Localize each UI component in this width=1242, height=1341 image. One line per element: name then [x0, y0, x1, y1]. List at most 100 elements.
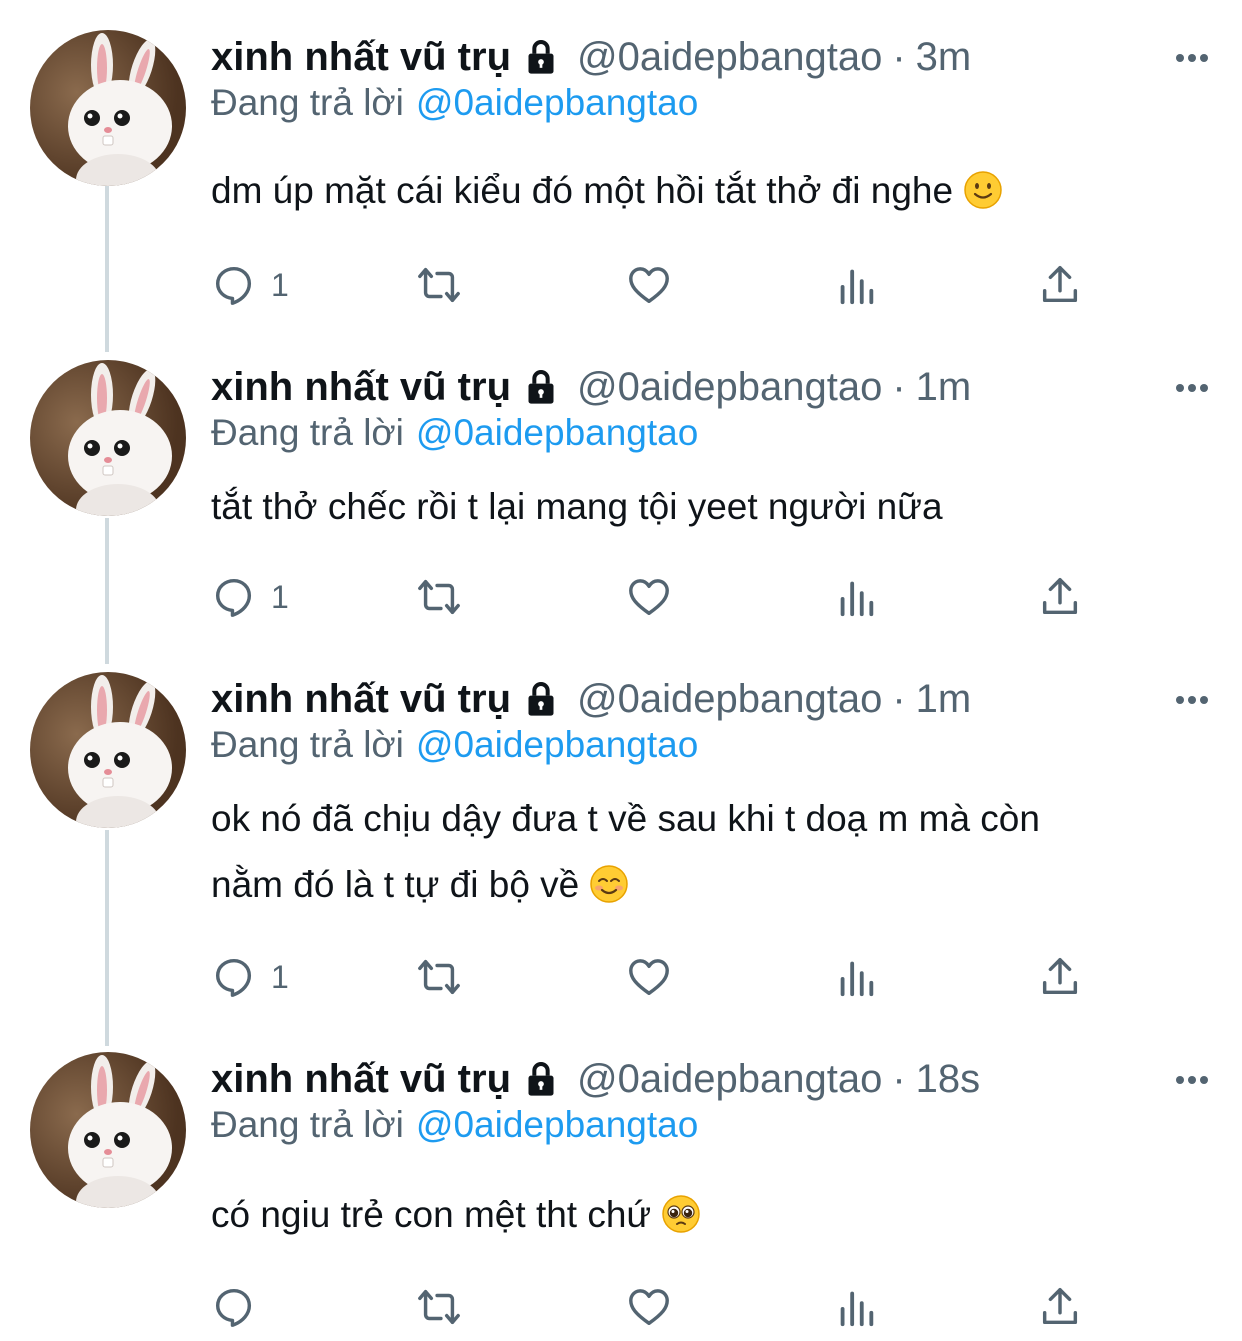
more-icon[interactable] — [1172, 680, 1212, 720]
replying-to-handle[interactable]: @0aidepbangtao — [416, 82, 698, 123]
share-icon — [1042, 958, 1078, 995]
separator-dot: · — [892, 34, 906, 79]
replying-to-handle[interactable]: @0aidepbangtao — [416, 412, 698, 453]
user-handle[interactable]: @0aidepbangtao — [577, 365, 882, 410]
avatar[interactable] — [30, 672, 186, 828]
tweet-text: tắt thở chếc rồi t lại mang tội yeet ngư… — [211, 474, 1221, 540]
tweet-header: xinh nhất vũ trụ @0aidepbangtao · 3m — [211, 30, 971, 84]
more-icon[interactable] — [1172, 38, 1212, 78]
tweet-actions: 1 — [211, 952, 1091, 1002]
lock-icon — [528, 370, 554, 404]
replying-to: Đang trả lời @0aidepbangtao — [211, 1104, 698, 1146]
reply-button[interactable] — [211, 1282, 271, 1332]
tweet-text-content: nằm đó là t tự đi bộ về — [211, 864, 580, 905]
reply-button[interactable]: 1 — [211, 572, 289, 622]
user-handle[interactable]: @0aidepbangtao — [577, 35, 882, 80]
tweet[interactable]: xinh nhất vũ trụ @0aidepbangtao · 18s Đa… — [0, 1052, 1242, 1341]
replying-to-handle[interactable]: @0aidepbangtao — [416, 724, 698, 765]
tweet-text: có ngiu trẻ con mệt tht chứ — [211, 1182, 1221, 1248]
smiling-face-icon — [590, 865, 628, 903]
tweet[interactable]: xinh nhất vũ trụ @0aidepbangtao · 1m Đan… — [0, 360, 1242, 640]
tweet[interactable]: xinh nhất vũ trụ @0aidepbangtao · 1m Đan… — [0, 672, 1242, 1022]
display-name[interactable]: xinh nhất vũ trụ — [211, 1057, 511, 1102]
separator-dot: · — [892, 676, 906, 721]
avatar[interactable] — [30, 360, 186, 516]
heart-icon — [629, 959, 669, 996]
heart-icon — [629, 1289, 669, 1326]
share-icon — [1042, 578, 1078, 615]
retweet-button[interactable] — [416, 572, 462, 622]
lock-icon — [528, 682, 554, 716]
more-icon[interactable] — [1172, 368, 1212, 408]
user-handle[interactable]: @0aidepbangtao — [577, 1057, 882, 1102]
views-icon — [840, 961, 874, 997]
like-button[interactable] — [626, 260, 672, 310]
tweet-actions: 1 — [211, 572, 1091, 622]
tweet[interactable]: xinh nhất vũ trụ @0aidepbangtao · 3m Đan… — [0, 30, 1242, 330]
pleading-face-icon — [662, 1195, 700, 1233]
like-button[interactable] — [626, 1282, 672, 1332]
avatar[interactable] — [30, 30, 186, 186]
tweet-header: xinh nhất vũ trụ @0aidepbangtao · 1m — [211, 672, 971, 726]
retweet-icon — [418, 267, 460, 303]
tweet-actions: 1 — [211, 260, 1091, 310]
reply-count: 1 — [271, 266, 289, 303]
views-button[interactable] — [833, 260, 879, 310]
retweet-button[interactable] — [416, 952, 462, 1002]
like-button[interactable] — [626, 952, 672, 1002]
views-button[interactable] — [833, 952, 879, 1002]
reply-count: 1 — [271, 958, 289, 995]
timestamp[interactable]: 18s — [916, 1057, 981, 1102]
slightly-smiling-face-icon — [964, 171, 1002, 209]
tweet-text-content: có ngiu trẻ con mệt tht chứ — [211, 1194, 652, 1235]
separator-dot: · — [892, 364, 906, 409]
lock-icon — [528, 40, 554, 74]
share-icon — [1042, 266, 1078, 303]
timestamp[interactable]: 3m — [916, 35, 972, 80]
views-button[interactable] — [833, 572, 879, 622]
tweet-text-line: nằm đó là t tự đi bộ về — [211, 852, 1221, 918]
timestamp[interactable]: 1m — [916, 365, 972, 410]
lock-icon — [528, 1062, 554, 1096]
reply-button[interactable]: 1 — [211, 952, 289, 1002]
tweet-header: xinh nhất vũ trụ @0aidepbangtao · 18s — [211, 1052, 980, 1106]
tweet-text-content: tắt thở chếc rồi t lại mang tội yeet ngư… — [211, 486, 943, 527]
replying-to-label: Đang trả lời — [211, 1104, 404, 1145]
share-button[interactable] — [1037, 260, 1083, 310]
share-button[interactable] — [1037, 572, 1083, 622]
replying-to: Đang trả lời @0aidepbangtao — [211, 412, 698, 454]
tweet-text-line: ok nó đã chịu dậy đưa t về sau khi t doạ… — [211, 798, 1040, 839]
replying-to-handle[interactable]: @0aidepbangtao — [416, 1104, 698, 1145]
heart-icon — [629, 267, 669, 304]
views-icon — [840, 581, 874, 617]
replying-to-label: Đang trả lời — [211, 82, 404, 123]
tweet-header: xinh nhất vũ trụ @0aidepbangtao · 1m — [211, 360, 971, 414]
views-icon — [840, 269, 874, 305]
display-name[interactable]: xinh nhất vũ trụ — [211, 677, 511, 722]
reply-button[interactable]: 1 — [211, 260, 289, 310]
avatar[interactable] — [30, 1052, 186, 1208]
replying-to-label: Đang trả lời — [211, 412, 404, 453]
views-icon — [840, 1291, 874, 1327]
more-icon[interactable] — [1172, 1060, 1212, 1100]
reply-icon — [215, 266, 252, 305]
replying-to: Đang trả lời @0aidepbangtao — [211, 82, 698, 124]
display-name[interactable]: xinh nhất vũ trụ — [211, 35, 511, 80]
tweet-text: ok nó đã chịu dậy đưa t về sau khi t doạ… — [211, 786, 1221, 918]
tweet-text: dm úp mặt cái kiểu đó một hồi tắt thở đi… — [211, 158, 1221, 224]
share-button[interactable] — [1037, 952, 1083, 1002]
views-button[interactable] — [833, 1282, 879, 1332]
retweet-button[interactable] — [416, 260, 462, 310]
like-button[interactable] — [626, 572, 672, 622]
replying-to: Đang trả lời @0aidepbangtao — [211, 724, 698, 766]
heart-icon — [629, 579, 669, 616]
retweet-icon — [418, 579, 460, 615]
retweet-button[interactable] — [416, 1282, 462, 1332]
user-handle[interactable]: @0aidepbangtao — [577, 677, 882, 722]
share-button[interactable] — [1037, 1282, 1083, 1332]
separator-dot: · — [892, 1056, 906, 1101]
timestamp[interactable]: 1m — [916, 677, 972, 722]
display-name[interactable]: xinh nhất vũ trụ — [211, 365, 511, 410]
tweet-actions — [211, 1282, 1091, 1332]
share-icon — [1042, 1288, 1078, 1325]
